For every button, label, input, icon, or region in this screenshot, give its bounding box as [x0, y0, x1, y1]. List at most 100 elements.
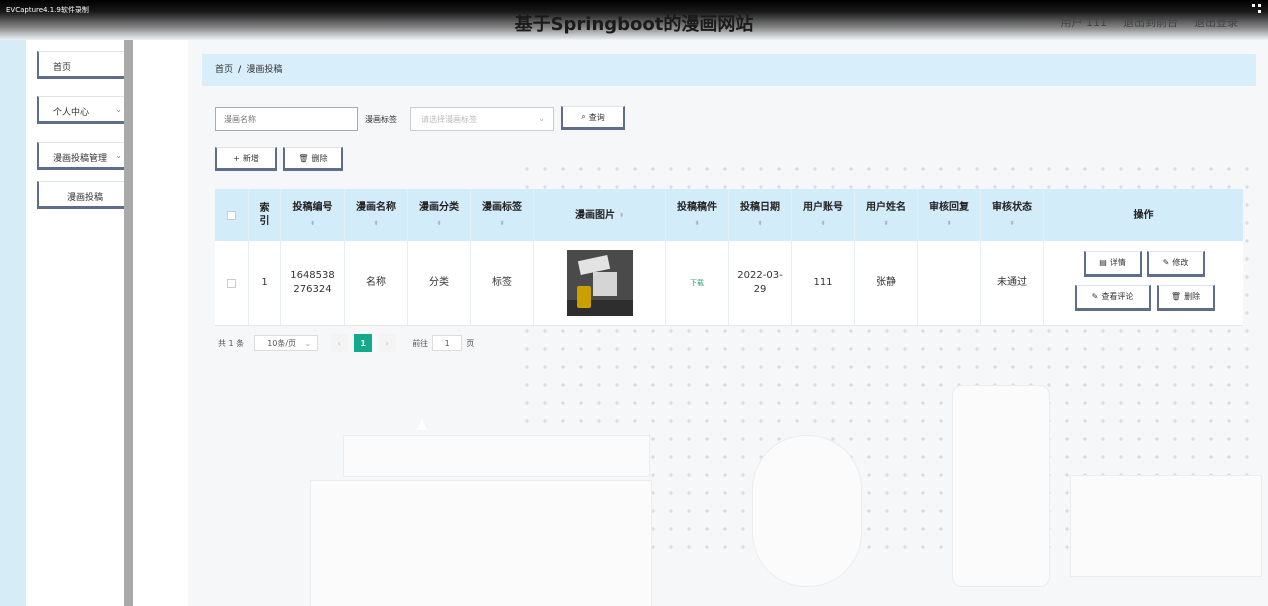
sort-icon[interactable]: ⬍: [310, 217, 315, 230]
row-delete-button[interactable]: 🗑 删除: [1156, 285, 1215, 311]
sidebar-item-submission[interactable]: 漫画投稿: [37, 181, 134, 209]
sort-icon[interactable]: ⬍: [946, 217, 951, 230]
sort-icon[interactable]: ⬍: [373, 217, 378, 230]
sort-icon[interactable]: ⬍: [820, 217, 825, 230]
sidebar: 首页 个人中心 ⌄ 漫画投稿管理 ⌄ 漫画投稿: [26, 40, 134, 606]
header-account[interactable]: 用户账号 ⬍: [792, 189, 855, 241]
sidebar-item-home[interactable]: 首页: [37, 51, 134, 79]
sort-icon[interactable]: ⬍: [883, 217, 888, 230]
detail-button[interactable]: ▤ 详情: [1083, 251, 1142, 277]
cell-category: 分类: [408, 241, 471, 325]
edit-icon: ✎: [1091, 292, 1099, 301]
header-label: 漫画名称: [356, 201, 396, 213]
edit-button[interactable]: ✎ 修改: [1146, 251, 1205, 277]
bulk-delete-button[interactable]: 🗑 删除: [283, 147, 343, 171]
cell-user-name: 张静: [855, 241, 918, 325]
tag-select-placeholder: 请选择漫画标签: [421, 115, 477, 124]
sidebar-item-label: 首页: [53, 63, 72, 73]
sort-icon[interactable]: ⬍: [1009, 217, 1014, 230]
chevron-down-icon: ⌄: [115, 105, 122, 114]
user-label: 用户 111: [1060, 16, 1108, 29]
header-label: 投稿日期: [740, 201, 780, 213]
background-box-decor: [1070, 475, 1262, 577]
cell-comic-name: 名称: [345, 241, 408, 325]
query-button-label: 查询: [588, 112, 605, 122]
download-link[interactable]: 下载: [690, 276, 704, 290]
header-label: 漫画图片: [574, 209, 615, 221]
sidebar-item-submission-management[interactable]: 漫画投稿管理 ⌄: [37, 142, 134, 170]
chevron-left-icon: ‹: [337, 338, 341, 348]
header-select-all[interactable]: [215, 189, 249, 241]
header-label: 审核状态: [992, 201, 1032, 213]
sidebar-item-label: 个人中心: [53, 108, 90, 118]
background-box-decor: [310, 480, 652, 606]
sort-icon[interactable]: ⬍: [757, 217, 762, 230]
tag-select[interactable]: 请选择漫画标签 ⌄: [410, 107, 554, 131]
row-checkbox[interactable]: [227, 278, 236, 288]
header-image[interactable]: 漫画图片 ⬍: [534, 189, 666, 241]
edit-button-label: 修改: [1172, 258, 1189, 267]
sort-icon[interactable]: ⬍: [499, 217, 504, 230]
header-label: 投稿稿件: [677, 201, 717, 213]
sort-icon[interactable]: ⬍: [619, 209, 624, 222]
detail-button-label: 详情: [1109, 258, 1126, 267]
header-tag[interactable]: 漫画标签 ⬍: [471, 189, 534, 241]
add-button-label: 新增: [242, 153, 259, 163]
header-submission-no[interactable]: 投稿编号 ⬍: [281, 189, 345, 241]
prev-page-button[interactable]: ‹: [330, 334, 349, 352]
view-comments-button[interactable]: ✎ 查看评论: [1074, 285, 1151, 311]
top-bar: EVCapture4.1.9软件录制 基于Springboot的漫画网站 用户 …: [0, 0, 1268, 40]
cell-review-status: 未通过: [981, 241, 1044, 325]
breadcrumb-current: 漫画投稿: [246, 65, 283, 75]
header-comic-name[interactable]: 漫画名称 ⬍: [345, 189, 408, 241]
row-select[interactable]: [215, 241, 249, 325]
chevron-down-icon: ⌄: [538, 114, 545, 123]
sort-icon[interactable]: ⬍: [694, 217, 699, 230]
header-index: 索引: [249, 189, 281, 241]
add-button[interactable]: + 新增: [215, 147, 277, 171]
next-page-button[interactable]: ›: [378, 334, 397, 352]
chevron-down-icon: ⌄: [304, 338, 312, 348]
mouse-cursor: [417, 418, 427, 430]
page-size-select[interactable]: 10条/页 ⌄: [254, 335, 319, 351]
row-actions: ▤ 详情 ✎ 修改 ✎ 查看评论 🗑 删除: [1046, 251, 1242, 315]
breadcrumb: 首页 / 漫画投稿: [202, 54, 1256, 86]
chevron-down-icon: ⌄: [115, 151, 122, 160]
fullscreen-icon[interactable]: [1252, 4, 1262, 14]
header-category[interactable]: 漫画分类 ⬍: [408, 189, 471, 241]
cell-image: [534, 241, 666, 325]
gap-panel: [133, 40, 188, 606]
header-date[interactable]: 投稿日期 ⬍: [729, 189, 792, 241]
cell-index: 1: [249, 241, 281, 325]
header-file[interactable]: 投稿稿件 ⬍: [666, 189, 729, 241]
sidebar-scrollbar[interactable]: [124, 40, 133, 606]
logout-link[interactable]: 退出登录: [1194, 14, 1238, 30]
cell-review-reply: [918, 241, 981, 325]
page-number-button[interactable]: 1: [354, 334, 373, 352]
row-delete-label: 删除: [1184, 292, 1201, 301]
select-all-checkbox[interactable]: [227, 210, 236, 220]
tag-label: 漫画标签: [365, 115, 397, 124]
chevron-right-icon: ›: [385, 338, 389, 348]
header-actions: 操作: [1044, 189, 1243, 241]
goto-label: 前往: [412, 338, 429, 348]
comic-name-input[interactable]: [215, 107, 358, 131]
back-to-front-link[interactable]: 退出到前台: [1123, 14, 1178, 30]
breadcrumb-home[interactable]: 首页: [215, 65, 233, 75]
breadcrumb-separator: /: [238, 65, 242, 75]
cell-file: 下载: [666, 241, 729, 325]
sidebar-item-label: 漫画投稿: [67, 193, 104, 203]
goto-page-input[interactable]: [432, 335, 463, 351]
plus-icon: +: [233, 153, 240, 163]
comic-thumbnail[interactable]: [566, 250, 633, 316]
sidebar-item-personal-center[interactable]: 个人中心 ⌄: [37, 96, 134, 124]
header-label: 索引: [259, 203, 270, 227]
header-review-status[interactable]: 审核状态 ⬍: [981, 189, 1044, 241]
header-review-reply[interactable]: 审核回复 ⬍: [918, 189, 981, 241]
sort-icon[interactable]: ⬍: [436, 217, 441, 230]
bulk-delete-label: 删除: [311, 153, 328, 163]
header-user-name[interactable]: 用户姓名 ⬍: [855, 189, 918, 241]
cell-actions: ▤ 详情 ✎ 修改 ✎ 查看评论 🗑 删除: [1044, 241, 1243, 325]
trash-icon: 🗑: [298, 153, 309, 163]
query-button[interactable]: ⌕ 查询: [561, 106, 625, 130]
